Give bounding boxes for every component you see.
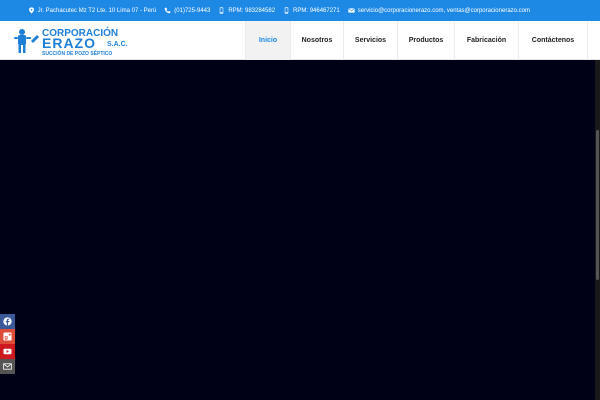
address-text: Jr. Pachacutec Mz T2 Lte. 10 Lima 07 - P… xyxy=(37,7,157,14)
nav-item-productos[interactable]: Productos xyxy=(397,21,454,60)
envelope-icon xyxy=(347,8,355,13)
site-header: CORPORACIÓN ERAZO S.A.C. SUCCIÓN DE POZO… xyxy=(0,21,600,60)
scrollbar-thumb[interactable] xyxy=(596,130,599,280)
facebook-button[interactable] xyxy=(0,314,15,329)
mail-button[interactable] xyxy=(0,359,15,374)
nav-item-servicios[interactable]: Servicios xyxy=(343,21,397,60)
map-pin-icon xyxy=(28,7,34,14)
logo-tagline: SUCCIÓN DE POZO SÉPTICO xyxy=(42,49,112,57)
phone-icon xyxy=(164,7,171,14)
svg-text:g: g xyxy=(4,335,8,341)
rpm2-text: RPM: 946467271 xyxy=(293,7,340,14)
phone-item: (01)725-9443 xyxy=(164,7,210,14)
youtube-icon xyxy=(3,348,12,355)
nav-item-nosotros[interactable]: Nosotros xyxy=(290,21,343,60)
logo-suffix: S.A.C. xyxy=(107,41,128,48)
mobile-phone-icon xyxy=(220,7,224,14)
mail-icon xyxy=(3,363,12,370)
address-item: Jr. Pachacutec Mz T2 Lte. 10 Lima 07 - P… xyxy=(28,7,157,14)
youtube-button[interactable] xyxy=(0,344,15,359)
email-text[interactable]: servicio@corporacionerazo.com, ventas@co… xyxy=(358,8,530,14)
mobile-phone-icon xyxy=(284,7,289,14)
email-item[interactable]: servicio@corporacionerazo.com, ventas@co… xyxy=(347,7,530,14)
hero-slider xyxy=(0,60,595,400)
social-sidebar: g xyxy=(0,314,15,374)
nav-item-fabricacion[interactable]: Fabricación xyxy=(454,21,518,60)
rpm1-text: RPM: 983284582 xyxy=(228,7,276,14)
rpm2-item: RPM: 946467271 xyxy=(283,7,340,14)
main-nav: Inicio Nosotros Servicios Productos Fabr… xyxy=(245,21,588,60)
google-plus-icon: g xyxy=(3,332,12,341)
top-info-bar: Jr. Pachacutec Mz T2 Lte. 10 Lima 07 - P… xyxy=(0,0,600,21)
rpm1-item: RPM: 983284582 xyxy=(218,7,275,14)
logo-graphic: CORPORACIÓN ERAZO S.A.C. SUCCIÓN DE POZO… xyxy=(14,26,128,57)
google-plus-button[interactable]: g xyxy=(0,329,15,344)
logo-line2: ERAZO xyxy=(42,35,96,51)
logo[interactable]: CORPORACIÓN ERAZO S.A.C. SUCCIÓN DE POZO… xyxy=(12,25,142,57)
page-scrollbar[interactable] xyxy=(595,60,600,400)
nav-item-inicio[interactable]: Inicio xyxy=(245,21,290,60)
nav-item-contactenos[interactable]: Contáctenos xyxy=(518,21,588,60)
phone-text: (01)725-9443 xyxy=(174,7,211,14)
facebook-icon xyxy=(3,317,12,326)
